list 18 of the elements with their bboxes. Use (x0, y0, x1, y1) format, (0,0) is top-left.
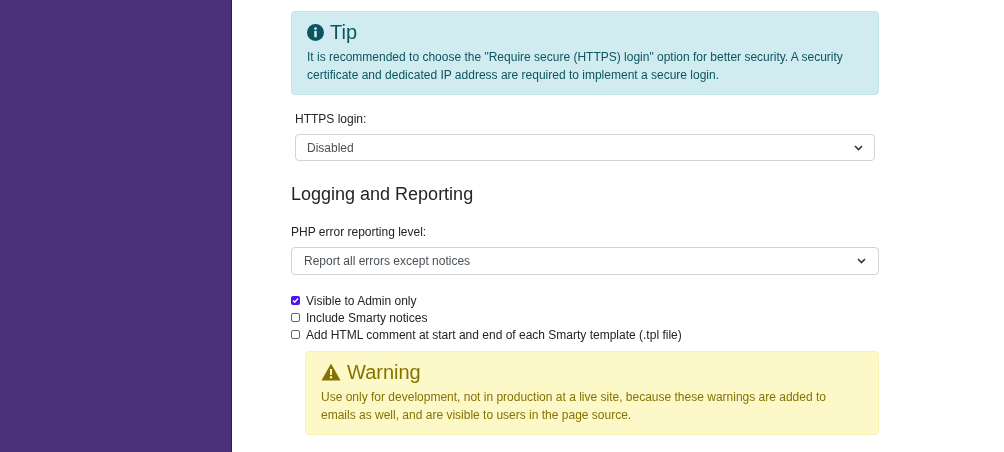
warning-icon (321, 363, 341, 381)
warning-title: Warning (347, 360, 421, 384)
info-icon (307, 23, 324, 41)
tip-title: Tip (330, 20, 358, 44)
caret-icon (857, 258, 866, 264)
caret-icon (854, 144, 863, 151)
checkbox-label: Include Smarty notices (306, 309, 428, 327)
error-level-select[interactable]: Report all errors except notices (291, 247, 879, 275)
field-label: PHP error reporting level: (291, 224, 428, 241)
checkbox[interactable] (291, 330, 300, 339)
checkbox[interactable] (291, 313, 300, 322)
checkbox-label: Add HTML comment at start and end of each Smarty template (.tpl file) (306, 326, 682, 344)
tip-text: It is recommended to choose the "Require secure (HTTPS) login" option for better security. A security certificate and dedicated IP address are required to implement a secure login. (307, 49, 844, 84)
section-heading: Logging and Reporting (291, 183, 475, 206)
https-login-select[interactable]: Disabled (295, 134, 875, 161)
checkbox-label: Visible to Admin only (306, 292, 417, 310)
field-label: HTTPS login: (295, 111, 368, 128)
warning-text: Use only for development, not in production at a live site, because these warnings are added to emails as well, and are visible to users in the page source. (321, 389, 827, 424)
